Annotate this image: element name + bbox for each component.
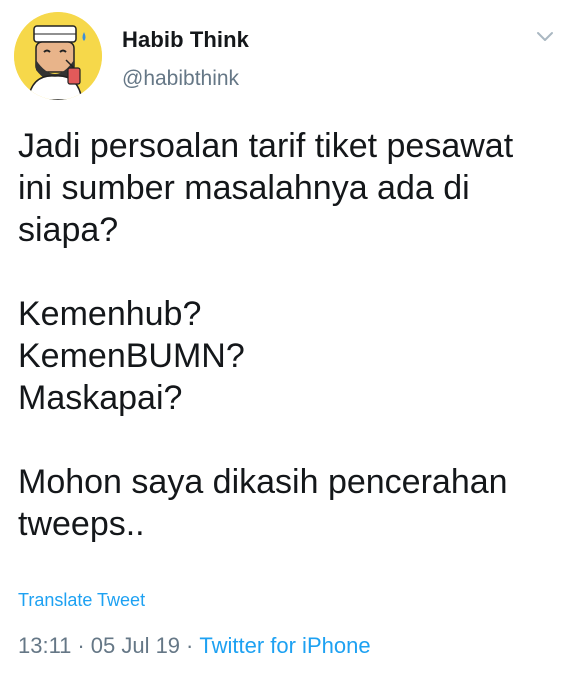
tweet-text-line: Mohon saya dikasih pencerahan bbox=[18, 463, 508, 501]
tweet-text-line: KemenBUMN? bbox=[18, 337, 245, 375]
tweet-text-line: ini sumber masalahnya ada di bbox=[18, 169, 470, 207]
tweet-source-link[interactable]: Twitter for iPhone bbox=[199, 633, 370, 658]
author-handle[interactable]: @habibthink bbox=[122, 67, 239, 91]
meta-separator: · bbox=[77, 633, 85, 658]
tweet-date[interactable]: 05 Jul 19 bbox=[91, 633, 180, 658]
tweet-text-line: siapa? bbox=[18, 211, 119, 249]
cartoon-avatar-icon bbox=[14, 12, 102, 100]
avatar[interactable] bbox=[14, 12, 102, 100]
chevron-down-icon[interactable] bbox=[535, 30, 555, 44]
tweet-text-line: Jadi persoalan tarif tiket pesawat bbox=[18, 127, 514, 165]
author-name[interactable]: Habib Think bbox=[122, 27, 249, 53]
translate-tweet-link[interactable]: Translate Tweet bbox=[18, 590, 145, 611]
tweet-time: 13:11 bbox=[18, 633, 72, 658]
tweet-meta: 13:11 · 05 Jul 19 · Twitter for iPhone bbox=[18, 633, 371, 659]
tweet-text-line: tweeps.. bbox=[18, 505, 145, 543]
tweet-text-line: Maskapai? bbox=[18, 379, 183, 417]
tweet-text-line: Kemenhub? bbox=[18, 295, 202, 333]
meta-separator: · bbox=[186, 633, 194, 658]
tweet-card: Habib Think @habibthink Jadi persoalan t… bbox=[0, 0, 573, 680]
tweet-text: Jadi persoalan tarif tiket pesawat ini s… bbox=[18, 125, 563, 545]
